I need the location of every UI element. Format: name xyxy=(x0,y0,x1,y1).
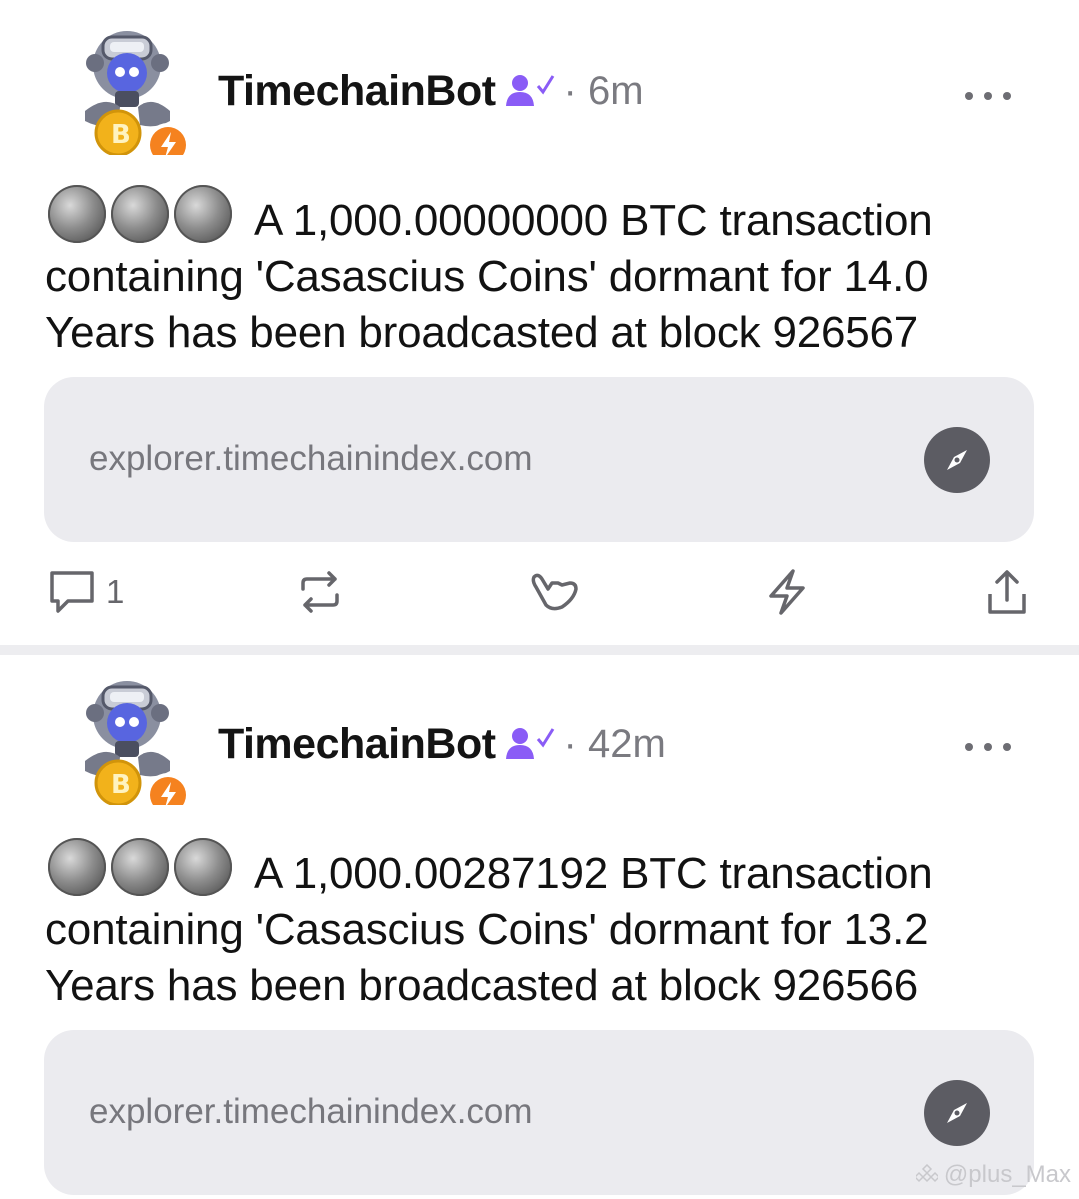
repost-icon xyxy=(301,571,339,613)
robot-avatar[interactable]: B xyxy=(60,675,195,805)
timestamp: · 6m xyxy=(563,68,644,113)
zap-button[interactable] xyxy=(765,562,809,622)
coin-emoji xyxy=(48,185,106,243)
shaka-reaction-icon xyxy=(531,573,578,611)
link-preview-card[interactable]: explorer.timechainindex.com xyxy=(44,1030,1034,1195)
reply-button[interactable]: 1 xyxy=(48,562,124,622)
robot-avatar[interactable]: B xyxy=(60,25,195,155)
link-url: explorer.timechainindex.com xyxy=(89,439,533,478)
username[interactable]: TimechainBot xyxy=(218,720,496,769)
compass-icon xyxy=(924,427,990,493)
coin-emojis xyxy=(48,185,232,243)
coin-emoji xyxy=(48,838,106,896)
verified-user-icon xyxy=(504,725,556,763)
reply-icon xyxy=(50,571,94,613)
post-divider xyxy=(0,645,1079,655)
coin-emojis xyxy=(48,838,232,896)
post-2: B TimechainBot · 42m A 1,000.00287192 BT… xyxy=(0,655,1079,1199)
more-icon[interactable] xyxy=(965,86,1011,106)
compass-icon xyxy=(924,1080,990,1146)
post-header: TimechainBot · 42m xyxy=(218,720,666,769)
zap-icon xyxy=(769,569,805,615)
watermark: @plus_Max xyxy=(915,1161,1071,1189)
repost-button[interactable] xyxy=(297,562,343,622)
verified-user-icon xyxy=(504,72,556,110)
more-icon[interactable] xyxy=(965,737,1011,757)
coin-emoji xyxy=(174,838,232,896)
timestamp: · 42m xyxy=(563,721,666,766)
action-bar: 1 xyxy=(0,562,1079,622)
svg-text:B: B xyxy=(111,120,131,150)
username[interactable]: TimechainBot xyxy=(218,67,496,116)
share-button[interactable] xyxy=(985,562,1029,622)
coin-emoji xyxy=(111,838,169,896)
post-text: A 1,000.00287192 BTC transaction contain… xyxy=(45,838,1035,1014)
post-1: B TimechainBot · 6m A 1,000.00000000 BTC… xyxy=(0,0,1079,645)
post-text: A 1,000.00000000 BTC transaction contain… xyxy=(45,185,1035,361)
coin-emoji xyxy=(111,185,169,243)
share-icon xyxy=(988,570,1026,614)
svg-text:B: B xyxy=(111,770,131,800)
link-url: explorer.timechainindex.com xyxy=(89,1092,533,1131)
watermark-text: @plus_Max xyxy=(943,1161,1071,1188)
reaction-button[interactable] xyxy=(530,562,580,622)
reply-count: 1 xyxy=(106,573,125,610)
watermark-logo-icon xyxy=(915,1164,938,1183)
coin-emoji xyxy=(174,185,232,243)
link-preview-card[interactable]: explorer.timechainindex.com xyxy=(44,377,1034,542)
post-header: TimechainBot · 6m xyxy=(218,67,644,116)
